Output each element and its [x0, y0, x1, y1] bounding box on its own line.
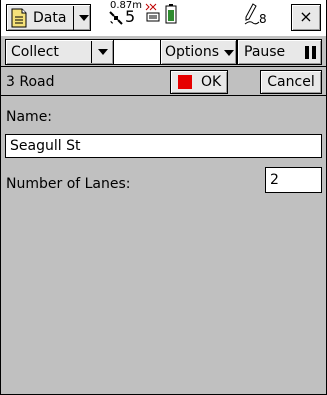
collect-dropdown[interactable]: Collect: [5, 39, 114, 65]
options-label: Options: [165, 44, 220, 60]
cancel-button[interactable]: Cancel: [260, 70, 322, 94]
name-label: Name:: [6, 109, 53, 125]
app-menu-button[interactable]: Data: [6, 4, 91, 31]
pen-count: 8: [259, 12, 267, 26]
satellite-count: 5: [125, 7, 136, 26]
lanes-label: Number of Lanes:: [6, 176, 131, 192]
stop-square-icon: [178, 75, 192, 89]
chevron-down-icon: [224, 50, 234, 56]
ok-button[interactable]: OK: [170, 70, 228, 94]
options-button[interactable]: Options: [160, 39, 237, 65]
toolbar-blank-slot: [114, 39, 160, 65]
app-menu-label: Data: [33, 10, 67, 26]
chevron-down-icon[interactable]: [79, 15, 89, 21]
pause-button[interactable]: Pause: [237, 39, 322, 65]
gnss-status[interactable]: 0.87m 5 8: [95, 0, 285, 36]
battery-icon: [165, 4, 177, 24]
dropdown-divider: [91, 41, 92, 63]
feature-title: 3 Road: [6, 74, 55, 90]
document-icon: [11, 8, 27, 28]
cancel-label: Cancel: [267, 74, 315, 90]
chevron-down-icon[interactable]: [98, 49, 108, 55]
app-window: Data 0.87m 5 8 × Collect Options Pause 3…: [0, 0, 327, 395]
name-input[interactable]: Seagull St: [5, 134, 322, 158]
toolbar: Collect Options Pause: [0, 36, 327, 67]
pause-icon: [305, 46, 316, 59]
radio-signal-icon: [145, 3, 160, 22]
close-icon: ×: [299, 7, 313, 26]
lanes-input[interactable]: 2: [265, 167, 322, 193]
form-body: Collect Options Pause 3 Road OK Cancel N…: [0, 36, 327, 395]
collect-label: Collect: [11, 44, 59, 60]
pause-label: Pause: [244, 44, 286, 60]
feature-header: 3 Road OK Cancel: [0, 68, 327, 96]
title-bar: Data 0.87m 5 8 ×: [0, 0, 327, 36]
satellite-icon: [109, 11, 123, 25]
dropdown-divider: [73, 6, 74, 30]
close-button[interactable]: ×: [291, 4, 321, 31]
ok-label: OK: [201, 74, 222, 90]
